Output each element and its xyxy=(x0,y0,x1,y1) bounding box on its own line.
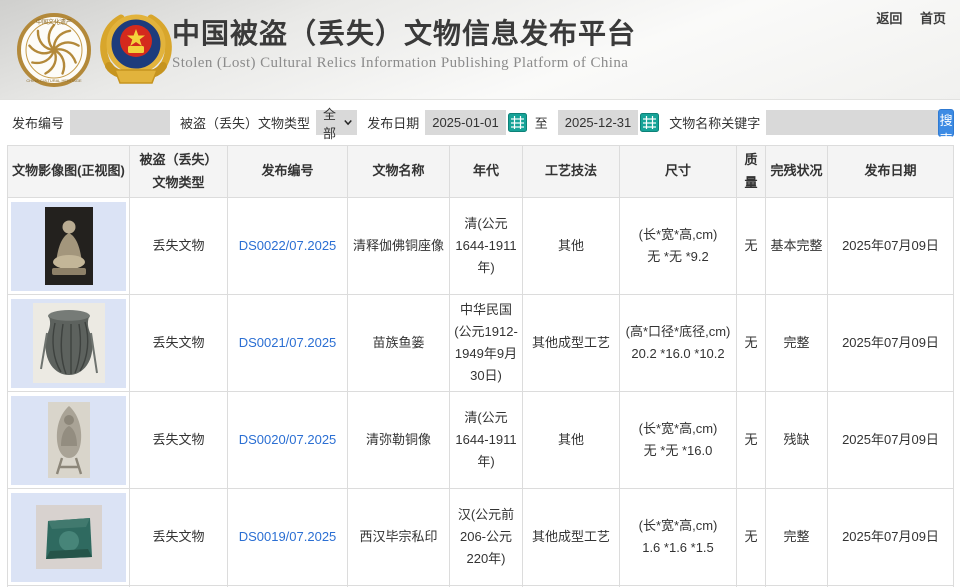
police-badge-icon xyxy=(95,8,177,94)
miao-fish-basket-photo xyxy=(33,303,105,383)
publish-no-link[interactable]: DS0022/07.2025 xyxy=(239,238,337,253)
calendar-icon xyxy=(640,113,659,132)
china-cultural-heritage-seal-icon: 中国文化遗产 CHINA CULTURAL HERITAGE xyxy=(16,12,92,88)
publish-no-label: 发布编号 xyxy=(12,113,64,132)
cell-name: 清弥勒铜像 xyxy=(348,392,450,489)
home-link[interactable]: 首页 xyxy=(920,11,946,26)
top-nav: 返回 首页 xyxy=(862,8,946,27)
publish-no-input[interactable] xyxy=(70,110,170,135)
col-header-publish-date: 发布日期 xyxy=(828,146,954,198)
cell-type: 丢失文物 xyxy=(130,198,228,295)
page-subtitle: Stolen (Lost) Cultural Relics Informatio… xyxy=(172,55,636,72)
cell-publish-no: DS0019/07.2025 xyxy=(228,489,348,586)
publish-no-link[interactable]: DS0021/07.2025 xyxy=(239,335,337,350)
table-row: 丢失文物 DS0020/07.2025 清弥勒铜像 清(公元1644-1911年… xyxy=(8,392,954,489)
cell-publish-date: 2025年07月09日 xyxy=(828,198,954,295)
col-header-era: 年代 xyxy=(450,146,523,198)
back-link[interactable]: 返回 xyxy=(876,11,902,26)
date-range-to-label: 至 xyxy=(535,113,548,132)
col-header-publish-no: 发布编号 xyxy=(228,146,348,198)
cell-publish-date: 2025年07月09日 xyxy=(828,392,954,489)
search-bar: 发布编号 被盗（丢失）文物类型 全部 发布日期 2025-01-01 至 202… xyxy=(0,100,960,145)
cell-dimensions: (长*宽*高,cm) 无 *无 *16.0 xyxy=(620,392,737,489)
page-title: 中国被盗（丢失）文物信息发布平台 xyxy=(172,16,636,52)
cell-condition: 基本完整 xyxy=(766,198,828,295)
relics-table: 文物影像图(正视图) 被盗（丢失） 文物类型 发布编号 文物名称 年代 工艺技法… xyxy=(7,145,954,587)
cell-condition: 完整 xyxy=(766,489,828,586)
date-from-picker-button[interactable] xyxy=(508,113,527,132)
table-row: 丢失文物 DS0022/07.2025 清释伽佛铜座像 清(公元1644-191… xyxy=(8,198,954,295)
relic-thumbnail[interactable] xyxy=(11,493,126,582)
cell-type: 丢失文物 xyxy=(130,489,228,586)
cell-publish-no: DS0021/07.2025 xyxy=(228,295,348,392)
cell-type: 丢失文物 xyxy=(130,392,228,489)
relic-type-select[interactable]: 全部 xyxy=(316,110,357,135)
relic-type-label: 被盗（丢失）文物类型 xyxy=(180,113,310,132)
col-header-weight: 质量 xyxy=(737,146,766,198)
cell-name: 清释伽佛铜座像 xyxy=(348,198,450,295)
cell-technique: 其他成型工艺 xyxy=(523,489,620,586)
publish-no-link[interactable]: DS0019/07.2025 xyxy=(239,529,337,544)
cell-publish-date: 2025年07月09日 xyxy=(828,489,954,586)
table-header-row: 文物影像图(正视图) 被盗（丢失） 文物类型 发布编号 文物名称 年代 工艺技法… xyxy=(8,146,954,198)
cell-weight: 无 xyxy=(737,295,766,392)
cell-dimensions: (长*宽*高,cm) 1.6 *1.6 *1.5 xyxy=(620,489,737,586)
cell-weight: 无 xyxy=(737,392,766,489)
cell-image xyxy=(8,392,130,489)
seal-top-text: 中国文化遗产 xyxy=(36,18,72,26)
cell-era: 清(公元1644-1911年) xyxy=(450,392,523,489)
cell-image xyxy=(8,295,130,392)
cell-name: 西汉毕宗私印 xyxy=(348,489,450,586)
cell-era: 清(公元1644-1911年) xyxy=(450,198,523,295)
cell-weight: 无 xyxy=(737,489,766,586)
cell-publish-no: DS0020/07.2025 xyxy=(228,392,348,489)
date-to-picker-button[interactable] xyxy=(640,113,659,132)
publish-no-link[interactable]: DS0020/07.2025 xyxy=(239,432,337,447)
cell-image xyxy=(8,198,130,295)
cell-dimensions: (高*口径*底径,cm) 20.2 *16.0 *10.2 xyxy=(620,295,737,392)
relic-thumbnail[interactable] xyxy=(11,202,126,291)
cell-publish-no: DS0022/07.2025 xyxy=(228,198,348,295)
col-header-technique: 工艺技法 xyxy=(523,146,620,198)
table-row: 丢失文物 DS0021/07.2025 苗族鱼篓 中华民国(公元1912-194… xyxy=(8,295,954,392)
page: 中国文化遗产 CHINA CULTURAL HERITAGE 中国被盗（丢失）文… xyxy=(0,0,960,587)
han-private-seal-photo xyxy=(36,505,102,569)
cell-era: 中华民国(公元1912-1949年9月30日) xyxy=(450,295,523,392)
cell-technique: 其他成型工艺 xyxy=(523,295,620,392)
relic-thumbnail[interactable] xyxy=(11,299,126,388)
date-to-field[interactable]: 2025-12-31 xyxy=(558,110,639,135)
cell-weight: 无 xyxy=(737,198,766,295)
site-header: 中国文化遗产 CHINA CULTURAL HERITAGE 中国被盗（丢失）文… xyxy=(0,0,960,100)
cell-type: 丢失文物 xyxy=(130,295,228,392)
table-row: 丢失文物 DS0019/07.2025 西汉毕宗私印 汉(公元前206-公元22… xyxy=(8,489,954,586)
col-header-condition: 完残状况 xyxy=(766,146,828,198)
seal-bottom-text: CHINA CULTURAL HERITAGE xyxy=(26,78,82,83)
keyword-label: 文物名称关键字 xyxy=(669,113,760,132)
cell-technique: 其他 xyxy=(523,392,620,489)
relic-type-selected-value: 全部 xyxy=(323,104,344,142)
cell-name: 苗族鱼篓 xyxy=(348,295,450,392)
col-header-name: 文物名称 xyxy=(348,146,450,198)
col-header-image: 文物影像图(正视图) xyxy=(8,146,130,198)
publish-date-label: 发布日期 xyxy=(367,113,419,132)
calendar-icon xyxy=(508,113,527,132)
cell-technique: 其他 xyxy=(523,198,620,295)
cell-image xyxy=(8,489,130,586)
cell-publish-date: 2025年07月09日 xyxy=(828,295,954,392)
cell-condition: 残缺 xyxy=(766,392,828,489)
keyword-input[interactable] xyxy=(766,110,938,135)
cell-era: 汉(公元前206-公元220年) xyxy=(450,489,523,586)
col-header-dimensions: 尺寸 xyxy=(620,146,737,198)
maitreya-bronze-statue-photo xyxy=(48,402,90,478)
relic-thumbnail[interactable] xyxy=(11,396,126,485)
chevron-down-icon xyxy=(344,119,352,126)
cell-dimensions: (长*宽*高,cm) 无 *无 *9.2 xyxy=(620,198,737,295)
buddha-bronze-statue-photo xyxy=(45,207,93,285)
cell-condition: 完整 xyxy=(766,295,828,392)
col-header-type: 被盗（丢失） 文物类型 xyxy=(130,146,228,198)
search-button[interactable]: 搜索 xyxy=(938,109,954,137)
relics-table-container: 文物影像图(正视图) 被盗（丢失） 文物类型 发布编号 文物名称 年代 工艺技法… xyxy=(0,145,960,587)
date-from-field[interactable]: 2025-01-01 xyxy=(425,110,506,135)
